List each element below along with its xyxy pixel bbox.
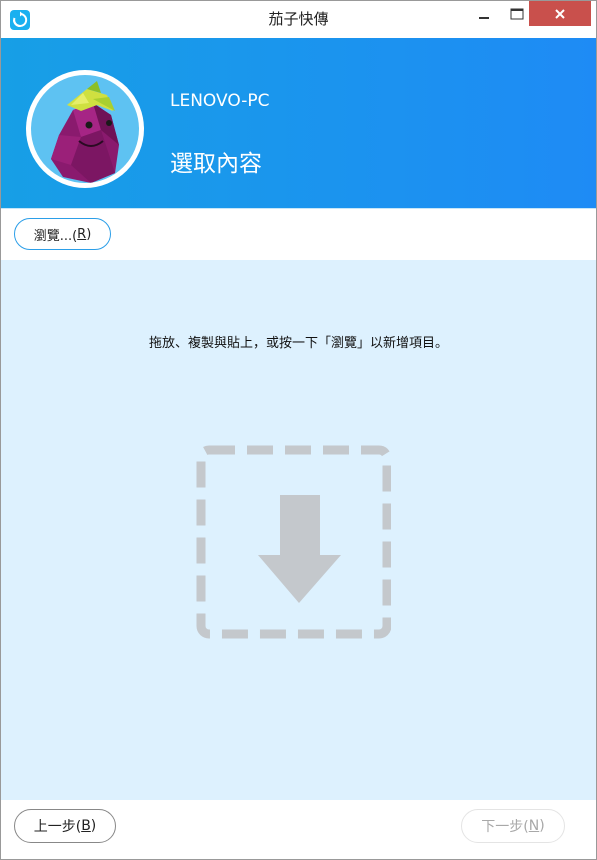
header-banner: LENOVO-PC 選取內容	[1, 38, 596, 208]
browse-shortcut-key: R	[77, 226, 87, 242]
drop-instruction: 拖放、複製與貼上，或按一下「瀏覽」以新增項目。	[148, 336, 448, 351]
next-step-shortcut-key: N	[528, 818, 540, 834]
previous-step-label-suffix: )	[90, 818, 97, 834]
next-step-button[interactable]: 下一步(N)	[461, 809, 565, 843]
footer: 上一步(B) 下一步(N)	[1, 800, 596, 859]
browse-label: 瀏覽...(	[33, 228, 78, 244]
maximize-button[interactable]	[504, 1, 529, 26]
device-name: LENOVO-PC	[170, 91, 270, 111]
browse-label-suffix: )	[86, 226, 92, 242]
title-bar[interactable]: 茄子快傳	[1, 1, 596, 38]
drop-zone[interactable]: 拖放、複製與貼上，或按一下「瀏覽」以新增項目。	[1, 260, 596, 800]
page-title: 選取內容	[170, 151, 262, 177]
close-icon	[555, 8, 565, 19]
avatar	[26, 70, 144, 188]
drop-download-icon	[191, 445, 392, 640]
previous-step-shortcut-key: B	[81, 818, 91, 834]
minimize-icon	[479, 16, 489, 19]
next-step-label-suffix: )	[539, 818, 545, 834]
toolbar: 瀏覽...(R)	[1, 208, 596, 260]
previous-step-label: 上一步(	[33, 819, 82, 835]
browse-button[interactable]: 瀏覽...(R)	[14, 218, 111, 250]
previous-step-button[interactable]: 上一步(B)	[14, 809, 116, 843]
app-window: 茄子快傳 LENOVO-PC 選取內容 瀏覽...(R) 拖放、複製與貼上，…	[0, 0, 597, 860]
minimize-button[interactable]	[464, 1, 504, 26]
next-step-label: 下一步(	[481, 819, 529, 835]
close-button[interactable]	[529, 1, 591, 26]
eggplant-avatar-icon	[31, 75, 139, 183]
maximize-icon	[510, 8, 523, 19]
